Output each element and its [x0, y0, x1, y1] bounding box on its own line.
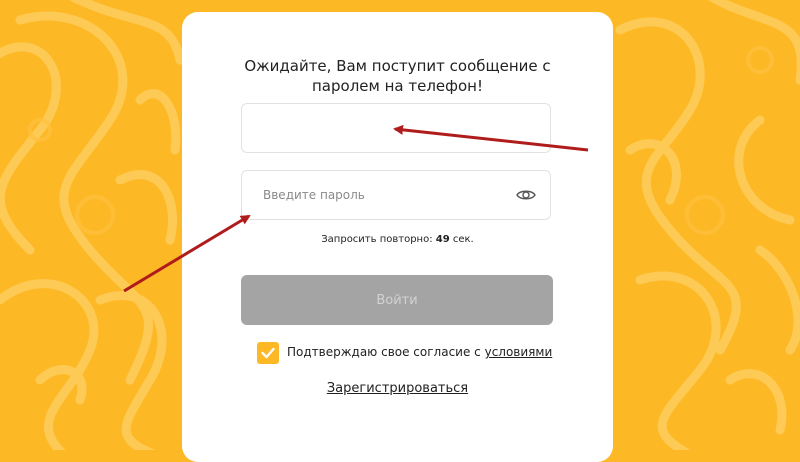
- eye-icon[interactable]: [516, 187, 536, 203]
- phone-field[interactable]: [241, 103, 551, 153]
- consent-checkbox[interactable]: [257, 342, 279, 364]
- consent-text: Подтверждаю свое согласие с: [287, 345, 485, 359]
- page-title: Ожидайте, Вам поступит сообщение с парол…: [182, 56, 613, 96]
- resend-timer: Запросить повторно: 49 сек.: [182, 234, 613, 245]
- checkmark-icon: [261, 347, 275, 359]
- resend-prefix: Запросить повторно:: [321, 234, 436, 245]
- login-card: Ожидайте, Вам поступит сообщение с парол…: [182, 12, 613, 462]
- title-line-1: Ожидайте, Вам поступит сообщение с: [244, 57, 551, 75]
- resend-unit: сек.: [449, 234, 474, 245]
- password-input[interactable]: [242, 171, 513, 219]
- terms-link[interactable]: условиями: [485, 345, 553, 359]
- phone-input[interactable]: [242, 104, 513, 152]
- resend-seconds: 49: [435, 234, 450, 245]
- consent-label: Подтверждаю свое согласие с условиями: [287, 345, 552, 359]
- login-button[interactable]: Войти: [241, 275, 553, 325]
- title-line-2: паролем на телефон!: [312, 77, 483, 95]
- consent-row: Подтверждаю свое согласие с условиями: [257, 342, 587, 364]
- password-field[interactable]: [241, 170, 551, 220]
- register-link[interactable]: Зарегистрироваться: [327, 381, 468, 396]
- register-row: Зарегистрироваться: [182, 381, 613, 396]
